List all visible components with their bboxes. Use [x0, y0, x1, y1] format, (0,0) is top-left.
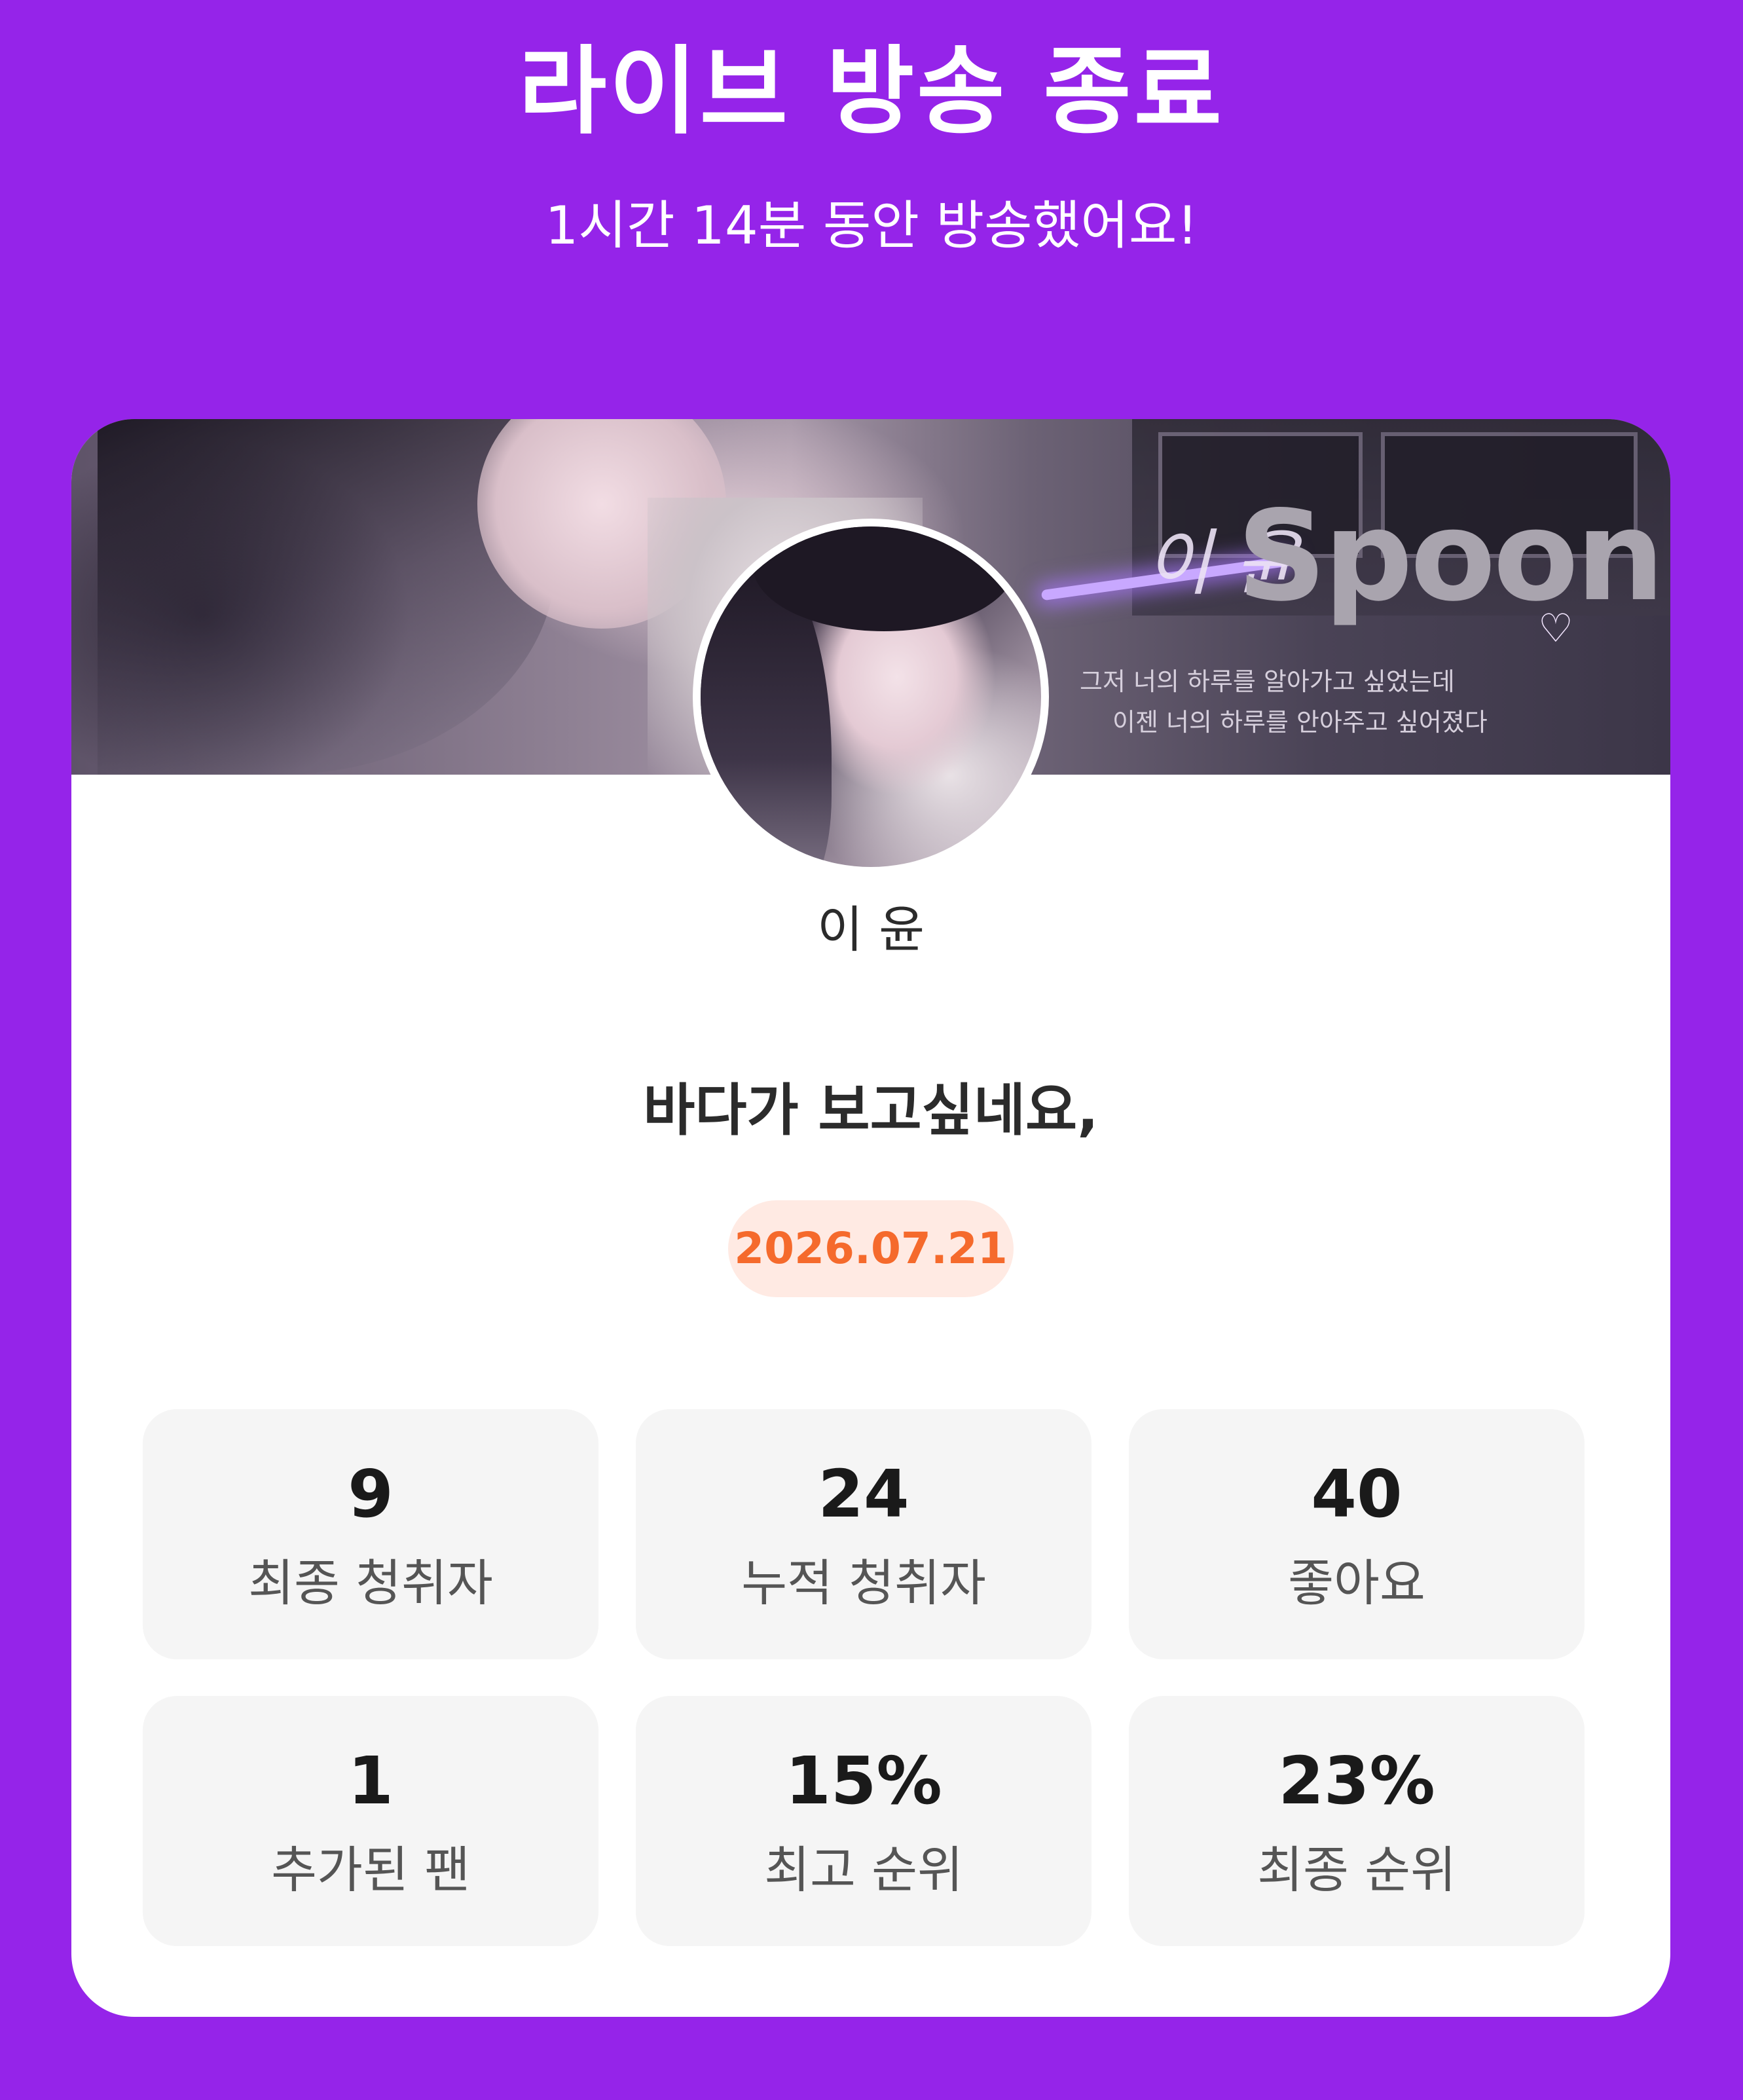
- avatar-image: [701, 526, 1041, 867]
- stat-label: 최고 순위: [764, 1841, 963, 1899]
- stat-value: 1: [348, 1742, 394, 1819]
- stat-label: 좋아요: [1288, 1554, 1425, 1612]
- stat-value: 23%: [1278, 1742, 1435, 1819]
- stat-label: 누적 청취자: [741, 1554, 986, 1612]
- banner-quote-line: 이젠 너의 하루를 안아주고 싶어졌다: [1112, 708, 1488, 737]
- streamer-name[interactable]: 이 윤: [71, 897, 1670, 963]
- stat-final-listeners: 9 최종 청취자: [143, 1409, 598, 1659]
- stat-value: 24: [818, 1456, 909, 1532]
- spoon-logo: Spoon: [1237, 484, 1664, 629]
- stat-total-listeners: 24 누적 청취자: [636, 1409, 1092, 1659]
- stat-new-fans: 1 추가된 팬: [143, 1696, 598, 1946]
- banner-quote-line: 그저 너의 하루를 알아가고 싶었는데: [1080, 667, 1455, 696]
- page-title: 라이브 방송 종료: [519, 36, 1224, 147]
- banner-quote: 그저 너의 하루를 알아가고 싶었는데 이젠 너의 하루를 안아주고 싶어졌다: [1080, 661, 1604, 743]
- stat-best-rank: 15% 최고 순위: [636, 1696, 1092, 1946]
- stat-likes: 40 좋아요: [1129, 1409, 1585, 1659]
- broadcast-duration: 1시간 14분 동안 방송했어요!: [545, 195, 1198, 256]
- broadcast-title: 바다가 보고싶네요,: [643, 1078, 1099, 1143]
- date-badge: 2026.07.21: [728, 1200, 1014, 1297]
- stat-label: 추가된 팬: [271, 1841, 470, 1899]
- stat-value: 40: [1311, 1456, 1403, 1532]
- stat-label: 최종 청취자: [248, 1554, 493, 1612]
- stat-value: 15%: [785, 1742, 942, 1819]
- avatar[interactable]: [693, 519, 1049, 875]
- stat-label: 최종 순위: [1257, 1841, 1456, 1899]
- stat-value: 9: [348, 1456, 394, 1532]
- stat-final-rank: 23% 최종 순위: [1129, 1696, 1585, 1946]
- broadcast-summary-card: 이 윤 ♡ Spoon 그저 너의 하루를 알아가고 싶었는데 이젠 너의 하루…: [71, 419, 1670, 2017]
